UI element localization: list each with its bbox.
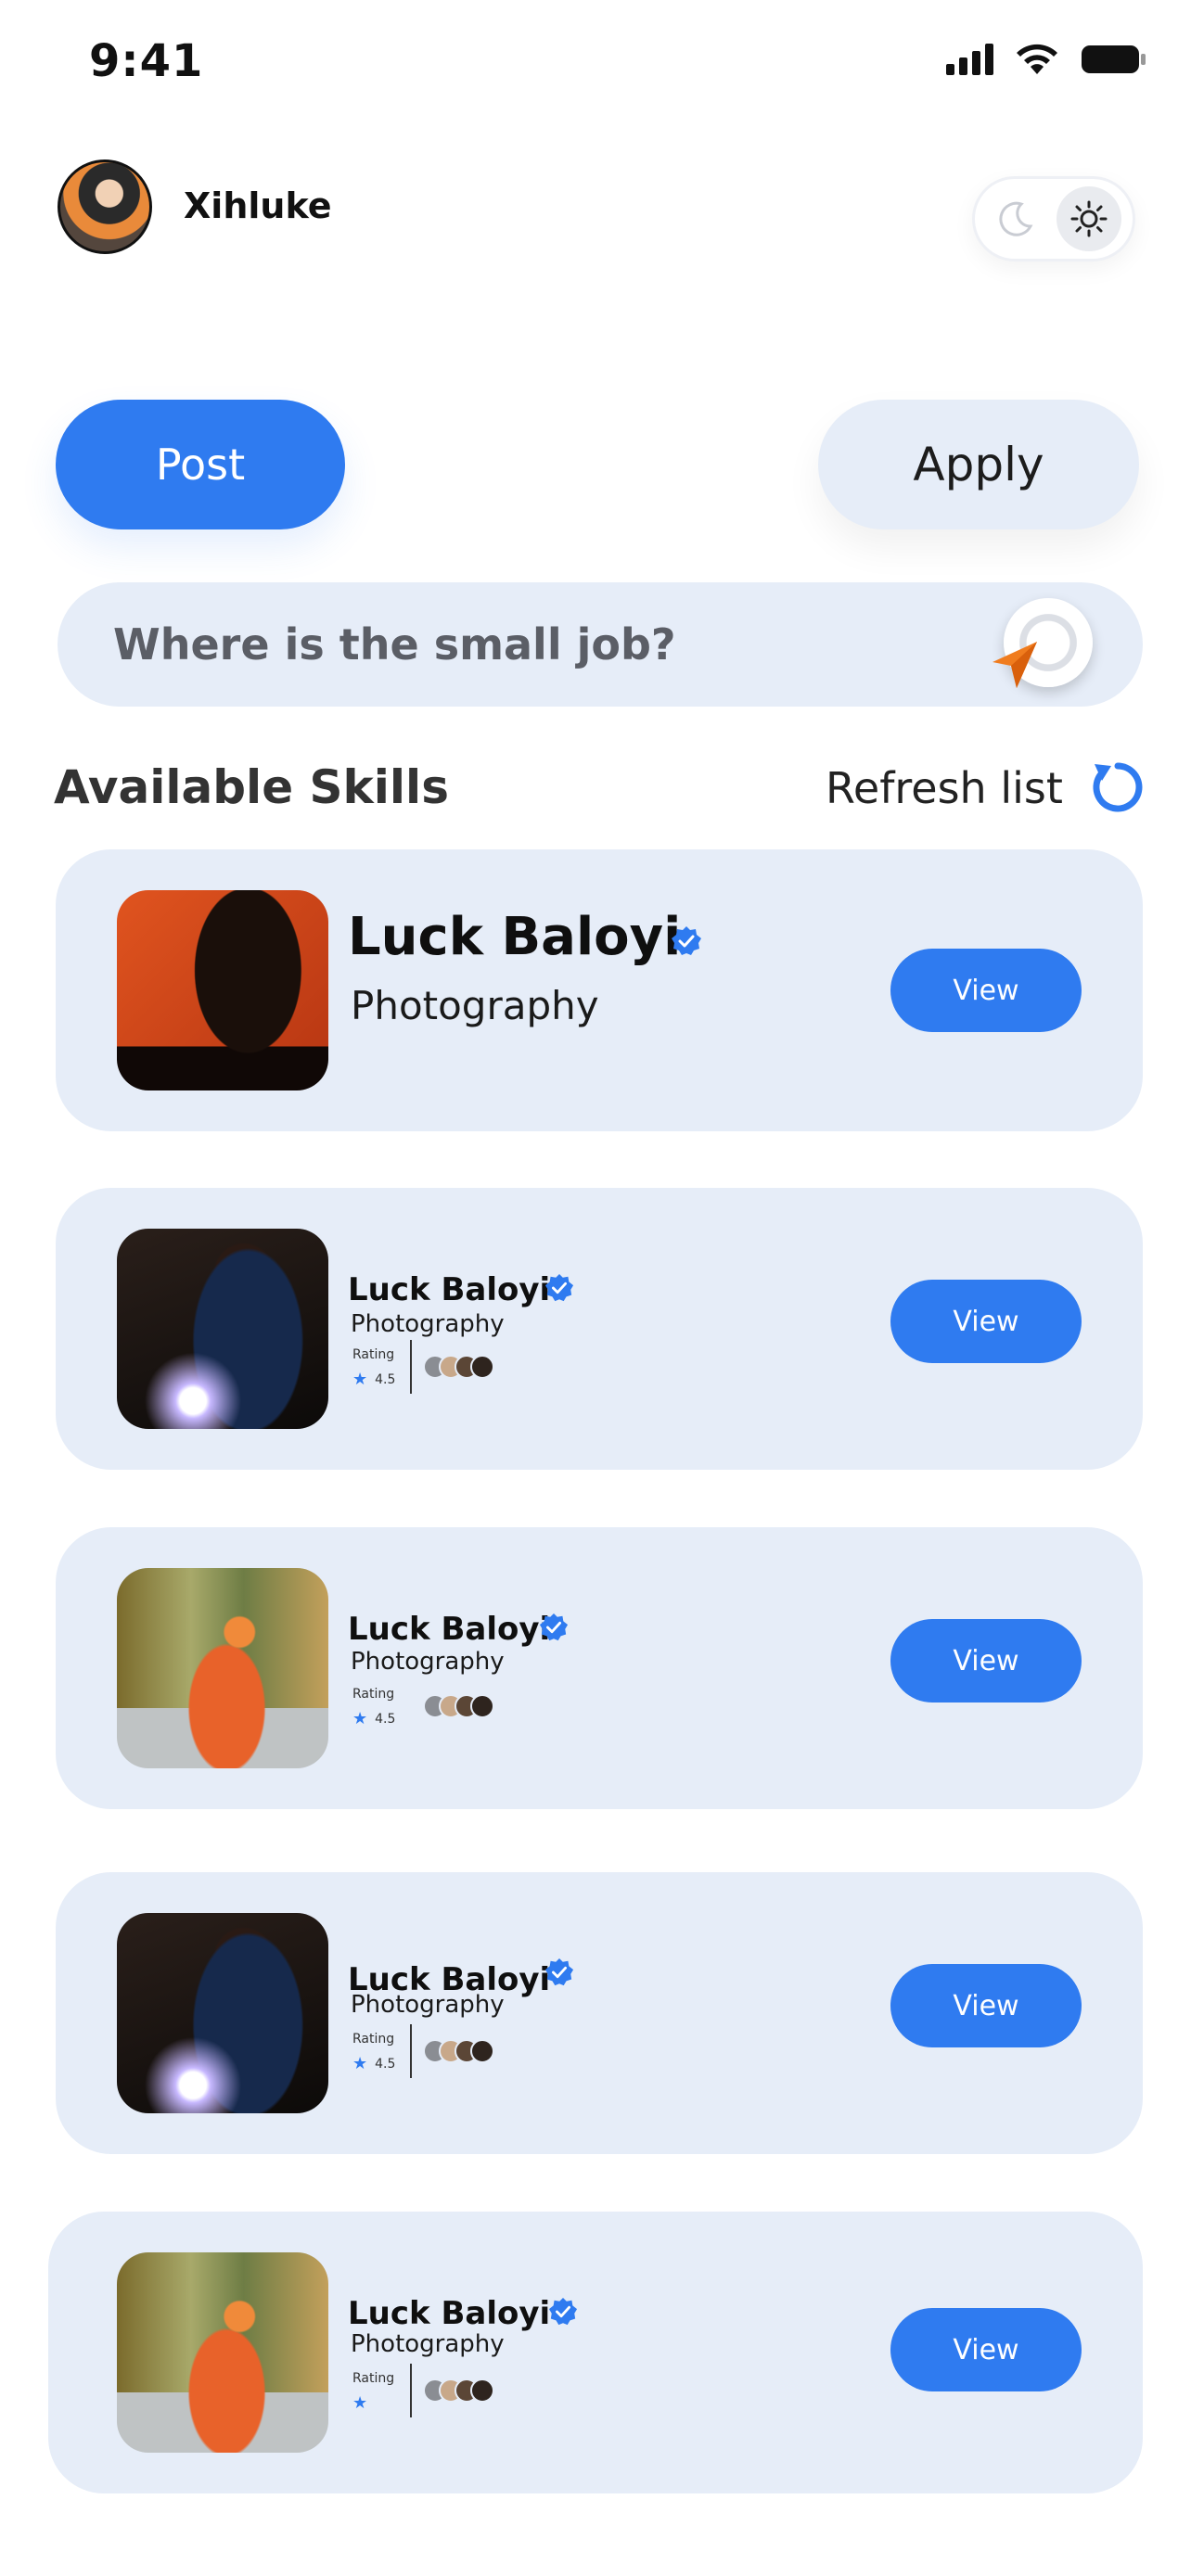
reviewer-avatars (423, 1355, 494, 1379)
refresh-icon[interactable] (1089, 759, 1146, 816)
rating-value: ★ (352, 2393, 367, 2413)
rating-label: Rating (352, 1687, 395, 1702)
refresh-list-button[interactable]: Refresh list (826, 763, 1063, 813)
skill-card[interactable]: Luck Baloyi Photography Rating ★ 4.5 Vie… (56, 1188, 1143, 1470)
view-button[interactable]: View (890, 2308, 1082, 2391)
skill-card-name: Luck Baloyi (348, 907, 682, 967)
view-button[interactable]: View (890, 1619, 1082, 1702)
theme-knob[interactable] (1057, 186, 1121, 251)
rating-number: 4.5 (375, 1371, 396, 1387)
verified-badge-icon (548, 2297, 578, 2326)
skill-card-name: Luck Baloyi (348, 2295, 551, 2332)
rating-divider (410, 1340, 412, 1394)
verified-badge-icon (539, 1613, 569, 1641)
skill-card-skill: Photography (351, 1648, 505, 1676)
skill-card[interactable]: Luck Baloyi Photography Rating ★ 4.5 Vie… (56, 1872, 1143, 2154)
rating-number: 4.5 (375, 2056, 396, 2072)
apply-button[interactable]: Apply (818, 400, 1139, 529)
skill-card-name: Luck Baloyi (348, 1611, 551, 1648)
star-icon: ★ (352, 2393, 368, 2413)
view-button[interactable]: View (890, 1280, 1082, 1363)
star-icon: ★ (352, 1370, 368, 1389)
rating-label: Rating (352, 2371, 395, 2386)
skill-card-name: Luck Baloyi (348, 1271, 551, 1308)
profile-avatar[interactable] (58, 159, 152, 254)
moon-icon[interactable] (995, 198, 1036, 239)
skill-card[interactable]: Luck Baloyi Photography View (56, 849, 1143, 1131)
reviewer-avatars (423, 1694, 494, 1718)
status-time: 9:41 (89, 35, 204, 87)
reviewer-avatar (470, 1355, 494, 1379)
rating-divider (410, 2364, 412, 2417)
verified-badge-icon (544, 1958, 574, 1986)
star-icon: ★ (352, 1709, 368, 1728)
view-button[interactable]: View (890, 1964, 1082, 2047)
rating-label: Rating (352, 2032, 395, 2047)
reviewer-avatars (423, 2039, 494, 2063)
skill-card-photo (117, 1913, 328, 2113)
profile-username: Xihluke (184, 185, 332, 226)
skill-card-photo (117, 1229, 328, 1429)
reviewer-avatars (423, 2378, 494, 2403)
skill-card-skill: Photography (351, 1991, 505, 2019)
skill-card[interactable]: Luck Baloyi Photography Rating ★ 4.5 Vie… (56, 1527, 1143, 1809)
view-button[interactable]: View (890, 949, 1082, 1032)
star-icon: ★ (352, 2054, 368, 2073)
battery-icon (1082, 45, 1146, 73)
search-bar[interactable]: Where is the small job? (58, 582, 1143, 707)
search-input[interactable]: Where is the small job? (113, 619, 676, 670)
rating-value: ★ 4.5 (352, 1370, 395, 1389)
rating-label: Rating (352, 1347, 395, 1362)
status-icons (946, 43, 1146, 76)
verified-badge-icon (672, 926, 701, 955)
signal-icon (946, 44, 993, 75)
skill-card-photo (117, 1568, 328, 1768)
reviewer-avatar (470, 2039, 494, 2063)
verified-badge-icon (544, 1273, 574, 1302)
section-title: Available Skills (54, 760, 449, 814)
skill-card-photo (117, 890, 328, 1090)
theme-toggle[interactable] (972, 176, 1135, 261)
reviewer-avatar (470, 1694, 494, 1718)
skill-card-skill: Photography (351, 1310, 505, 1338)
wifi-icon (1017, 44, 1057, 74)
rating-value: ★ 4.5 (352, 1709, 395, 1728)
reviewer-avatar (470, 2378, 494, 2403)
skill-card-skill: Photography (351, 2330, 505, 2358)
sun-icon (1070, 200, 1108, 237)
post-button[interactable]: Post (56, 400, 345, 529)
skill-card-photo (117, 2252, 328, 2453)
skill-card[interactable]: Luck Baloyi Photography Rating ★ View (48, 2212, 1143, 2493)
rating-value: ★ 4.5 (352, 2054, 395, 2073)
skill-card-skill: Photography (351, 983, 599, 1028)
rating-divider (410, 2024, 412, 2078)
rating-number: 4.5 (375, 1711, 396, 1727)
location-pin-icon (992, 642, 1037, 688)
